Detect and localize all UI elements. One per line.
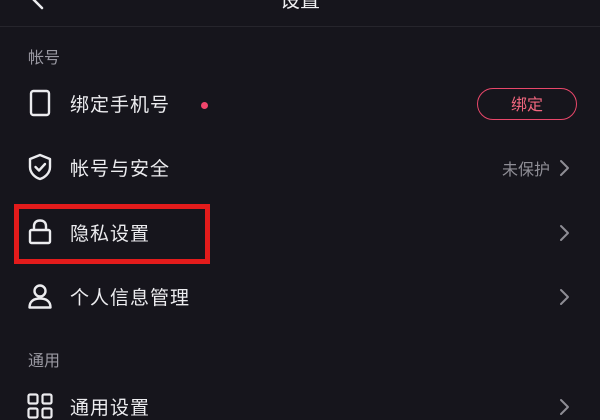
top-nav-bar: 设置 <box>0 0 600 27</box>
bind-phone-button[interactable]: 绑定 <box>477 88 577 120</box>
chevron-right-icon <box>558 287 572 307</box>
row-label: 帐号与安全 <box>70 158 171 180</box>
grid-icon <box>26 392 54 420</box>
section-header-account: 帐号 <box>28 48 61 67</box>
user-icon <box>26 282 54 310</box>
row-label: 个人信息管理 <box>70 287 191 309</box>
settings-screen: 设置 帐号 绑定手机号 绑定 帐号与安全 未保护 隐私设置 个人信息管理 通用 … <box>0 0 600 420</box>
page-title: 设置 <box>280 0 320 12</box>
chevron-right-icon <box>558 158 572 178</box>
settings-row-personal-info[interactable]: 个人信息管理 <box>0 266 600 330</box>
shield-check-icon <box>26 153 54 181</box>
section-header-general: 通用 <box>28 351 61 370</box>
security-status: 未保护 <box>501 160 550 179</box>
highlight-box <box>14 204 210 264</box>
chevron-right-icon <box>558 397 572 417</box>
notification-dot <box>201 102 208 109</box>
row-label: 通用设置 <box>70 397 151 419</box>
phone-icon <box>26 89 54 117</box>
row-label: 绑定手机号 <box>70 94 171 116</box>
settings-row-account-security[interactable]: 帐号与安全 未保护 <box>0 137 600 201</box>
settings-row-general[interactable]: 通用设置 <box>0 376 600 420</box>
chevron-right-icon <box>558 223 572 243</box>
settings-row-bind-phone[interactable]: 绑定手机号 绑定 <box>0 73 600 137</box>
